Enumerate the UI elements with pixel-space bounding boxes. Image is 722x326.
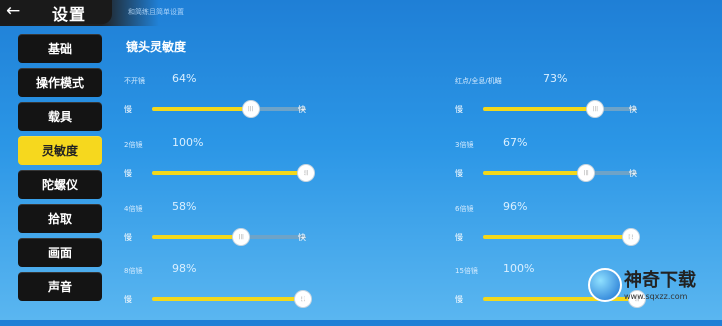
slider-label: 15倍镜	[455, 267, 478, 275]
slider-track[interactable]: |||	[152, 229, 306, 245]
slider-value: 73%	[543, 72, 568, 85]
slider-value: 64%	[172, 72, 197, 85]
slider-row-red-dot: 红点/全息/机瞄 73% 慢 ||| 快	[455, 72, 655, 136]
watermark-url: www.sqxzz.com	[624, 292, 688, 301]
back-button[interactable]: ← 设置	[0, 0, 112, 24]
slider-label: 8倍镜	[124, 267, 143, 275]
slider-label: 不开镜	[124, 77, 145, 85]
sidebar-item-control-mode[interactable]: 操作模式	[18, 68, 102, 97]
slider-row-3x-scope: 3倍镜 67% 慢 ||| 快	[455, 136, 655, 200]
slider-row-4x-scope: 4倍镜 58% 慢 ||| 快	[124, 200, 324, 264]
site-watermark: 神奇下载 www.sqxzz.com	[580, 258, 722, 320]
page-subtitle: 和简练且简单设置	[128, 8, 184, 16]
sidebar-item-audio[interactable]: 声音	[18, 272, 102, 301]
slider-value: 98%	[172, 262, 197, 275]
slider-label: 3倍镜	[455, 141, 474, 149]
slider-fill	[152, 171, 306, 175]
section-title: 镜头灵敏度	[126, 40, 187, 54]
slider-track[interactable]: |||	[483, 101, 637, 117]
slider-value: 67%	[503, 136, 528, 149]
slider-track[interactable]: |||	[483, 229, 639, 245]
slider-min-label: 慢	[455, 233, 463, 242]
slider-fill	[152, 297, 303, 301]
slider-knob[interactable]: |||	[578, 165, 595, 181]
slider-min-label: 慢	[455, 169, 463, 178]
slider-value: 100%	[172, 136, 204, 149]
sidebar-item-graphics[interactable]: 画面	[18, 238, 102, 267]
back-arrow-icon: ←	[6, 1, 21, 21]
slider-value: 100%	[503, 262, 535, 275]
slider-fill	[152, 235, 242, 239]
slider-min-label: 慢	[124, 295, 132, 304]
slider-value: 96%	[503, 200, 528, 213]
slider-fill	[483, 171, 587, 175]
slider-max-label: 快	[298, 169, 306, 178]
slider-label: 4倍镜	[124, 205, 143, 213]
slider-track[interactable]: |||	[483, 165, 637, 181]
slider-value: 58%	[172, 200, 197, 213]
slider-max-label: 快	[298, 233, 306, 242]
slider-knob[interactable]: |||	[233, 229, 250, 245]
slider-max-label: 快	[629, 105, 637, 114]
slider-row-2x-scope: 2倍镜 100% 慢 ||| 快	[124, 136, 324, 200]
sidebar-item-gyroscope[interactable]: 陀螺仪	[18, 170, 102, 199]
site-logo-icon	[588, 268, 622, 302]
slider-track[interactable]: |||	[152, 165, 314, 181]
slider-track[interactable]: |||	[152, 101, 306, 117]
slider-min-label: 慢	[455, 295, 463, 304]
slider-max-label: 快	[298, 295, 306, 304]
slider-row-8x-scope: 8倍镜 98% 慢 ||| 快	[124, 262, 324, 326]
slider-fill	[483, 235, 631, 239]
slider-track[interactable]: |||	[152, 291, 311, 307]
slider-knob[interactable]: |||	[587, 101, 604, 117]
sidebar-item-pickup[interactable]: 拾取	[18, 204, 102, 233]
slider-label: 2倍镜	[124, 141, 143, 149]
slider-min-label: 慢	[124, 233, 132, 242]
slider-max-label: 快	[629, 169, 637, 178]
slider-label: 红点/全息/机瞄	[455, 77, 502, 85]
slider-min-label: 慢	[124, 105, 132, 114]
slider-row-6x-scope: 6倍镜 96% 慢 ||| 快	[455, 200, 655, 264]
settings-sidebar: 基础 操作模式 载具 灵敏度 陀螺仪 拾取 画面 声音	[18, 34, 102, 306]
watermark-name: 神奇下载	[624, 270, 696, 291]
slider-min-label: 慢	[124, 169, 132, 178]
slider-max-label: 快	[298, 105, 306, 114]
slider-min-label: 慢	[455, 105, 463, 114]
page-title: 设置	[52, 5, 87, 24]
slider-max-label: 快	[629, 233, 637, 242]
sidebar-item-vehicle[interactable]: 载具	[18, 102, 102, 131]
slider-label: 6倍镜	[455, 205, 474, 213]
slider-knob[interactable]: |||	[242, 101, 259, 117]
sidebar-item-sensitivity[interactable]: 灵敏度	[18, 136, 102, 165]
slider-fill	[152, 107, 251, 111]
sidebar-item-basic[interactable]: 基础	[18, 34, 102, 63]
slider-row-no-scope: 不开镜 64% 慢 ||| 快	[124, 72, 324, 136]
slider-fill	[483, 107, 596, 111]
